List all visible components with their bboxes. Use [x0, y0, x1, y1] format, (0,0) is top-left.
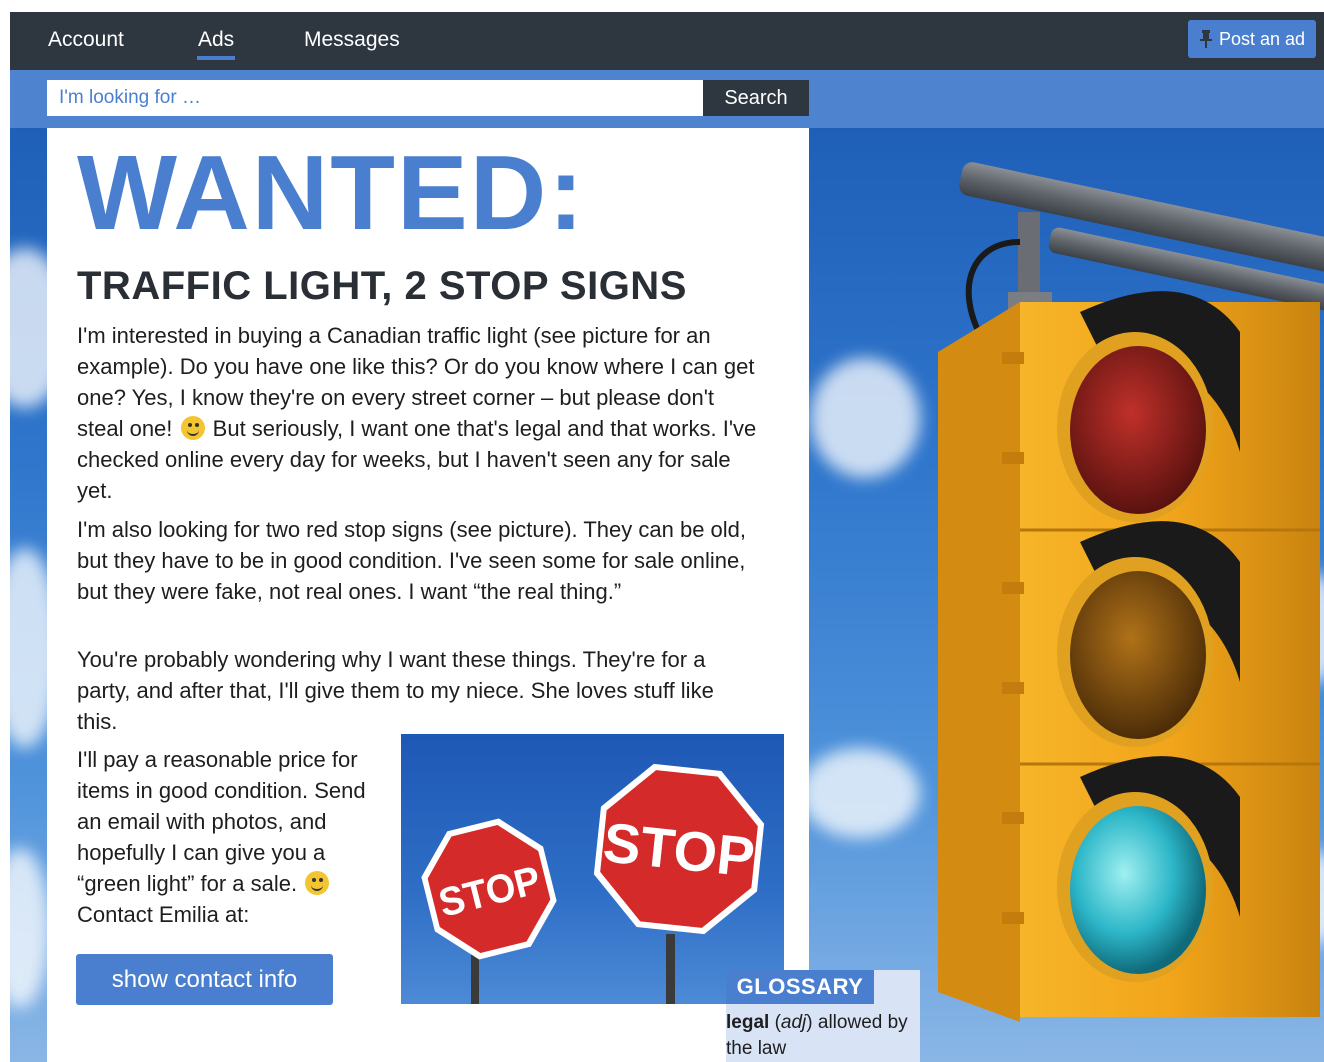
- search-input[interactable]: [47, 80, 703, 116]
- smile-emoji-icon: [305, 871, 330, 895]
- nav-messages[interactable]: Messages: [304, 28, 400, 52]
- wink-emoji-icon: [180, 416, 205, 440]
- ad-paragraph-4: I'll pay a reasonable price for items in…: [77, 744, 377, 930]
- post-ad-label: Post an ad: [1218, 28, 1306, 49]
- ad-paragraph-1: I'm interested in buying a Canadian traf…: [77, 320, 757, 506]
- glossary-title: GLOSSARY: [726, 970, 874, 1004]
- search-bar: Search: [10, 70, 1324, 128]
- traffic-light-photo: [938, 162, 1324, 1022]
- show-contact-info-label: show contact info: [111, 965, 298, 993]
- pushpin-icon: [1199, 30, 1212, 48]
- nav-account[interactable]: Account: [48, 28, 124, 52]
- ad-subhead: TRAFFIC LIGHT, 2 STOP SIGNS: [77, 264, 687, 308]
- ad-headline: WANTED:: [77, 134, 586, 252]
- nav-ads-label: Ads: [198, 28, 235, 51]
- ad-paragraph-3: You're probably wondering why I want the…: [77, 647, 714, 734]
- ad-card: WANTED: TRAFFIC LIGHT, 2 STOP SIGNS I'm …: [47, 128, 809, 1062]
- active-tab-indicator: [197, 56, 236, 60]
- ad-paragraph-1-text-b: But seriously, I want one that's legal a…: [77, 416, 757, 503]
- glossary-entry: legal (adj) allowed by the law: [726, 1012, 908, 1059]
- post-ad-button[interactable]: Post an ad: [1188, 20, 1316, 58]
- top-nav: Account Ads Messages Post an ad: [10, 12, 1324, 70]
- ad-paragraph-4-text-b: Contact Emilia at:: [77, 902, 250, 927]
- glossary-term: legal: [726, 1012, 770, 1033]
- glossary-box: GLOSSARY legal (adj) allowed by the law: [726, 970, 920, 1062]
- nav-messages-label: Messages: [304, 28, 400, 51]
- ad-paragraph-2: I'm also looking for two red stop signs …: [77, 517, 747, 604]
- stop-signs-illustration: STOP STOP: [421, 763, 765, 1004]
- glossary-part-of-speech: adj: [780, 1012, 807, 1033]
- ad-page: Account Ads Messages Post an ad Search W…: [10, 12, 1324, 1062]
- nav-account-label: Account: [48, 28, 124, 51]
- stop-signs-photo: STOP STOP: [401, 734, 784, 1004]
- nav-ads[interactable]: Ads: [197, 28, 236, 60]
- search-button-label: Search: [724, 86, 788, 109]
- show-contact-info-button[interactable]: show contact info: [76, 954, 333, 1005]
- search-button[interactable]: Search: [703, 80, 809, 116]
